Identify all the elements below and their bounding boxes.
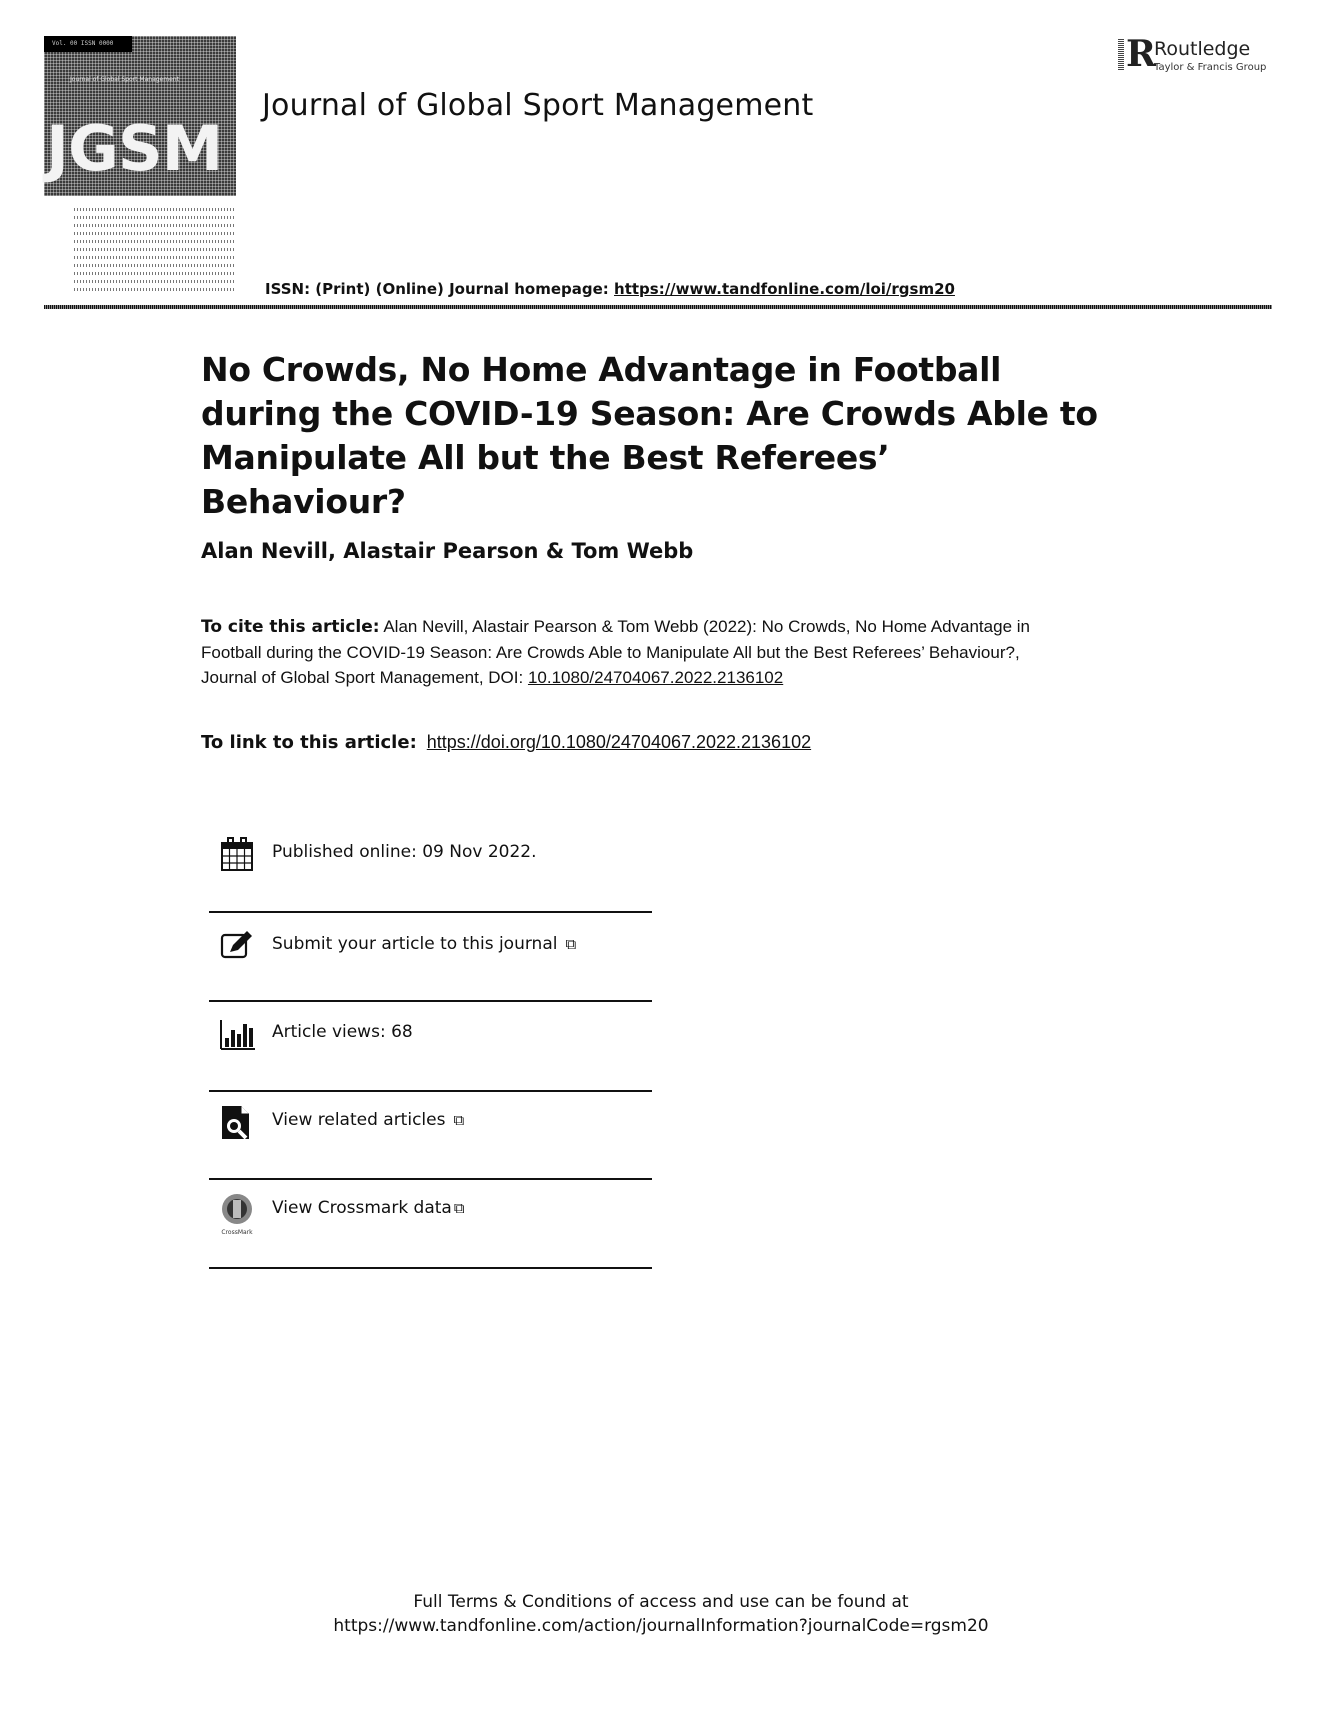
article-link-block: To link to this article: https://doi.org/… (201, 732, 811, 753)
external-link-icon: ⧉ (453, 1111, 465, 1129)
cite-label: To cite this article: (201, 617, 380, 637)
article-views-row: Article views: 68 (209, 1016, 652, 1056)
meta-divider (209, 1090, 652, 1092)
publisher-name: Routledge (1154, 38, 1251, 60)
article-title: No Crowds, No Home Advantage in Football… (201, 348, 1101, 524)
cite-doi-link[interactable]: 10.1080/24704067.2022.2136102 (528, 668, 783, 687)
submit-text: Submit your article to this journal (272, 934, 558, 954)
footer-terms-link[interactable]: https://www.tandfonline.com/action/journ… (0, 1614, 1322, 1638)
article-authors: Alan Nevill, Alastair Pearson & Tom Webb (201, 539, 694, 563)
crossmark-label: View Crossmark data ⧉ (272, 1198, 465, 1218)
calendar-icon (221, 837, 253, 871)
related-text: View related articles (272, 1110, 446, 1130)
link-label: To link to this article: (201, 732, 417, 753)
title-line: Manipulate All but the Best Referees’ Be… (201, 438, 890, 521)
title-line: during the COVID-19 Season: Are Crowds A… (201, 394, 1098, 433)
routledge-r-icon: R (1126, 33, 1156, 75)
crossmark-caption: CrossMark (221, 1229, 253, 1236)
related-articles-link[interactable]: View related articles ⧉ (209, 1104, 652, 1144)
footer-terms-text: Full Terms & Conditions of access and us… (413, 1592, 909, 1612)
crossmark-text: View Crossmark data (272, 1198, 452, 1218)
title-line: No Crowds, No Home Advantage in Football (201, 350, 1002, 389)
published-date: Published online: 09 Nov 2022. (272, 842, 537, 862)
submit-article-link[interactable]: Submit your article to this journal ⧉ (209, 928, 652, 968)
meta-divider (209, 1267, 652, 1269)
edit-icon (220, 931, 252, 959)
external-link-icon: ⧉ (565, 935, 577, 953)
submit-label: Submit your article to this journal ⧉ (272, 934, 576, 954)
cover-acronym: JGSM (46, 112, 223, 185)
publisher-logo: R Routledge Taylor & Francis Group (1118, 34, 1278, 84)
cover-artwork: Vol. 00 ISSN 0000 Journal of Global Spor… (44, 36, 236, 196)
cover-band: Vol. 00 ISSN 0000 (44, 36, 132, 52)
related-articles-icon (222, 1106, 249, 1140)
issn-line: ISSN: (Print) (Online) Journal homepage:… (265, 280, 955, 298)
publisher-group: Taylor & Francis Group (1154, 62, 1267, 73)
meta-divider (209, 1178, 652, 1180)
issn-label: ISSN: (Print) (Online) Journal homepage: (265, 280, 615, 298)
cover-subtitle: Journal of Global Sport Management (70, 76, 179, 83)
journal-cover-image: Vol. 00 ISSN 0000 Journal of Global Spor… (44, 36, 236, 292)
related-label: View related articles ⧉ (272, 1110, 464, 1130)
external-link-icon: ⧉ (453, 1199, 465, 1217)
article-views: Article views: 68 (272, 1022, 413, 1042)
cover-band-text: Vol. 00 ISSN 0000 (52, 40, 114, 47)
article-doi-url-link[interactable]: https://doi.org/10.1080/24704067.2022.21… (427, 732, 811, 752)
header-divider (44, 305, 1272, 309)
meta-divider (209, 911, 652, 913)
meta-divider (209, 1000, 652, 1002)
footer: Full Terms & Conditions of access and us… (0, 1590, 1322, 1638)
cover-contents (74, 208, 234, 296)
citation-block: To cite this article: Alan Nevill, Alast… (201, 614, 1061, 690)
crossmark-link[interactable]: CrossMark View Crossmark data ⧉ (209, 1192, 652, 1240)
published-online-row: Published online: 09 Nov 2022. (209, 836, 652, 876)
routledge-vertical-text (1118, 38, 1124, 70)
journal-title: Journal of Global Sport Management (262, 88, 814, 123)
bar-chart-icon (220, 1020, 255, 1050)
crossmark-icon: CrossMark (221, 1194, 253, 1236)
journal-homepage-link[interactable]: https://www.tandfonline.com/loi/rgsm20 (614, 280, 955, 298)
